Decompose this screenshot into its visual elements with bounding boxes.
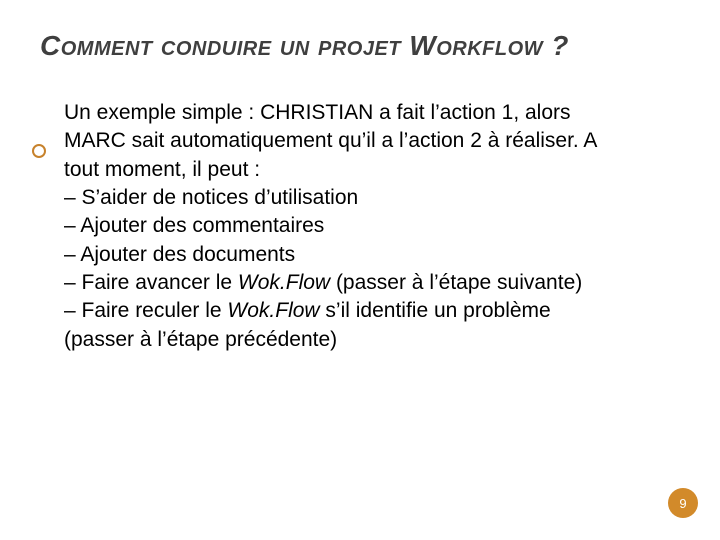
dash5-pre: – Faire reculer le xyxy=(64,299,227,322)
dash-item-1: – S’aider de notices d’utilisation xyxy=(64,184,624,212)
body-text: Un exemple simple : CHRISTIAN a fait l’a… xyxy=(64,99,624,354)
bullet-icon xyxy=(32,144,46,158)
page-number-badge: 9 xyxy=(668,488,698,518)
slide-title: Comment conduire un projet Workflow ? xyxy=(40,28,680,63)
dash-item-4: – Faire avancer le Wok.Flow (passer à l’… xyxy=(64,269,624,297)
dash-item-3: – Ajouter des documents xyxy=(64,241,624,269)
dash-item-2: – Ajouter des commentaires xyxy=(64,212,624,240)
dash4-post: (passer à l’étape suivante) xyxy=(330,271,582,294)
page-number: 9 xyxy=(679,496,686,511)
intro-text: Un exemple simple : CHRISTIAN a fait l’a… xyxy=(64,99,624,184)
dash5-italic: Wok.Flow xyxy=(227,299,319,322)
dash4-pre: – Faire avancer le xyxy=(64,271,238,294)
dash-item-5: – Faire reculer le Wok.Flow s’il identif… xyxy=(64,297,624,354)
dash4-italic: Wok.Flow xyxy=(238,271,330,294)
slide: Comment conduire un projet Workflow ? Un… xyxy=(0,0,720,540)
